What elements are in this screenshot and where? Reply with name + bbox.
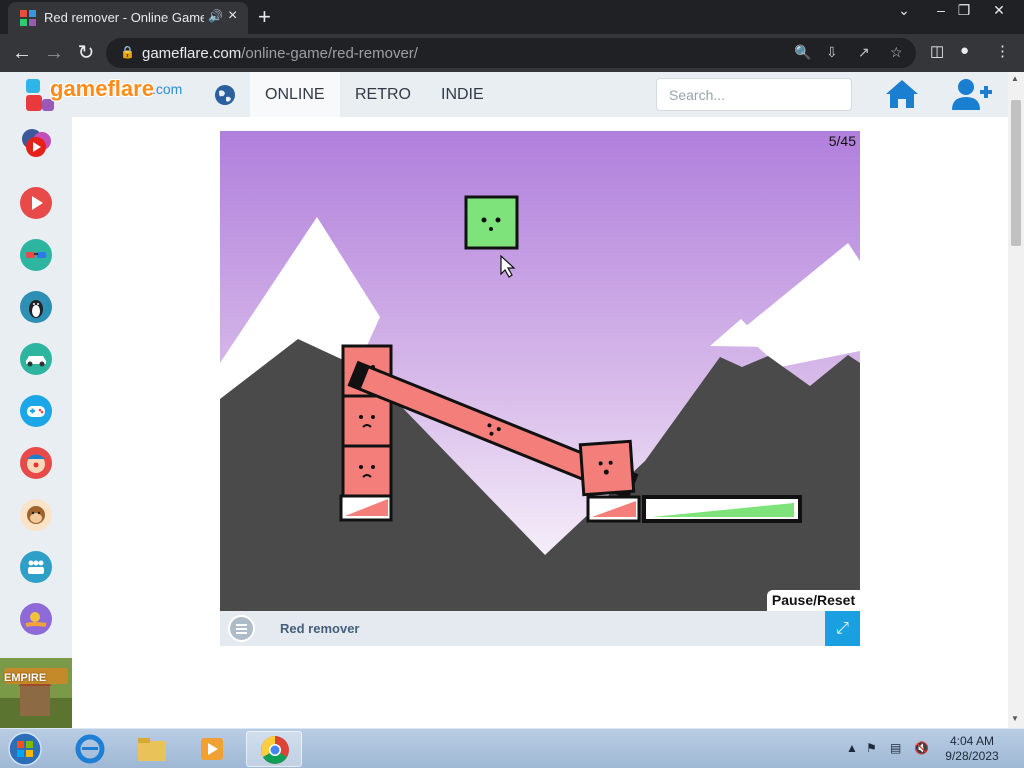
speaker-icon[interactable]: 🔊 <box>208 9 223 23</box>
network-icon[interactable]: ▤ <box>890 741 901 755</box>
empire-promo-banner[interactable]: EMPIRE <box>0 658 72 728</box>
windows-taskbar: ▲ ⚑ ▤ 🔇 4:04 AM 9/28/2023 <box>0 728 1024 768</box>
gamepad-category-icon[interactable] <box>20 395 52 427</box>
monkey-category-icon[interactable] <box>20 499 52 531</box>
3d-glasses-category-icon[interactable] <box>20 239 52 271</box>
share-icon[interactable]: ↗ <box>858 44 870 61</box>
media-player-icon[interactable] <box>184 731 240 767</box>
menu-dots-icon[interactable]: ⋮ <box>995 42 1010 60</box>
youtube-social-icon[interactable] <box>20 127 52 159</box>
stack-base-platform <box>339 494 393 522</box>
home-icon[interactable] <box>884 78 920 110</box>
restore-icon[interactable]: ❐ <box>950 2 978 19</box>
penguin-category-icon[interactable] <box>20 291 52 323</box>
multiplayer-category-icon[interactable] <box>20 551 52 583</box>
close-tab-icon[interactable]: × <box>228 7 237 25</box>
tab-search-icon[interactable]: ⌄ <box>890 2 918 19</box>
browser-tab[interactable]: Red remover - Online Game 🔊 × <box>8 2 248 34</box>
install-icon[interactable]: ⇩ <box>826 44 838 61</box>
clock-time: 4:04 AM <box>949 734 995 748</box>
promo-label: EMPIRE <box>4 672 47 684</box>
scrollbar-thumb[interactable] <box>1011 100 1021 246</box>
fullscreen-icon[interactable]: ⤢ <box>825 611 860 646</box>
car-category-icon[interactable] <box>20 343 52 375</box>
volume-muted-icon[interactable]: 🔇 <box>914 741 929 755</box>
logo-text[interactable]: gameflare <box>50 76 154 102</box>
page-scrollbar[interactable]: ▲ ▼ <box>1008 72 1024 728</box>
gameflare-favicon-icon <box>20 10 36 26</box>
new-tab-button[interactable]: + <box>258 4 271 30</box>
reload-icon[interactable]: ↻ <box>72 40 100 68</box>
empire-banner-art <box>0 658 72 728</box>
internet-explorer-icon[interactable] <box>62 731 118 767</box>
level-counter: 5/45 <box>828 133 856 149</box>
search-input[interactable] <box>656 78 852 111</box>
long-green-platform <box>642 495 802 523</box>
pause-reset-button[interactable]: Pause/Reset <box>767 590 860 611</box>
zoom-search-icon[interactable]: 🔍 <box>794 44 811 61</box>
url-text: gameflare.com/online-game/red-remover/ <box>142 45 418 62</box>
browser-tab-bar: Red remover - Online Game 🔊 × + ⌄ – ❐ ✕ <box>0 0 1024 34</box>
profile-icon[interactable]: ● <box>960 42 969 59</box>
small-platform <box>586 495 641 523</box>
back-icon[interactable]: ← <box>8 40 36 68</box>
scroll-down-icon[interactable]: ▼ <box>1011 714 1019 723</box>
clown-category-icon[interactable] <box>20 447 52 479</box>
tab-title: Red remover - Online Game <box>44 10 204 25</box>
category-sidebar <box>0 117 72 728</box>
nav-online[interactable]: ONLINE <box>250 72 340 117</box>
show-hidden-icons-icon[interactable]: ▲ <box>846 741 858 755</box>
close-window-icon[interactable]: ✕ <box>985 2 1013 19</box>
add-user-icon[interactable] <box>952 78 992 110</box>
bookmark-star-icon[interactable]: ☆ <box>890 44 903 61</box>
logo-domain: .com <box>152 81 183 97</box>
nav-retro[interactable]: RETRO <box>340 72 426 117</box>
forward-icon[interactable]: → <box>40 40 68 68</box>
action-center-icon[interactable]: ⚑ <box>866 741 877 755</box>
nav-indie[interactable]: INDIE <box>426 72 499 117</box>
system-clock[interactable]: 4:04 AM 9/28/2023 <box>936 734 1008 764</box>
windows-start-icon[interactable] <box>6 731 44 767</box>
snail-category-icon[interactable] <box>20 603 52 635</box>
small-red-block <box>578 439 636 497</box>
menu-icon[interactable] <box>228 615 255 642</box>
side-panel-icon[interactable]: ◫ <box>930 42 944 60</box>
lock-icon: 🔒 <box>120 45 135 59</box>
game-scene <box>220 131 860 611</box>
play-category-icon[interactable] <box>20 187 52 219</box>
chrome-taskbar-icon[interactable] <box>246 731 302 767</box>
site-header: gameflare .com ONLINE RETRO INDIE <box>0 72 1008 117</box>
file-explorer-icon[interactable] <box>124 731 180 767</box>
game-info-bar: Red remover ⤢ <box>220 611 860 646</box>
address-bar[interactable]: 🔒 gameflare.com/online-game/red-remover/… <box>106 38 916 68</box>
game-title: Red remover <box>280 621 360 636</box>
scroll-up-icon[interactable]: ▲ <box>1011 74 1019 83</box>
game-canvas[interactable]: 5/45 Pause/Reset <box>220 131 860 611</box>
clock-date: 9/28/2023 <box>945 749 999 763</box>
globe-icon[interactable] <box>214 84 236 106</box>
browser-toolbar: ← → ↻ 🔒 gameflare.com/online-game/red-re… <box>0 34 1024 72</box>
green-block <box>464 195 519 250</box>
